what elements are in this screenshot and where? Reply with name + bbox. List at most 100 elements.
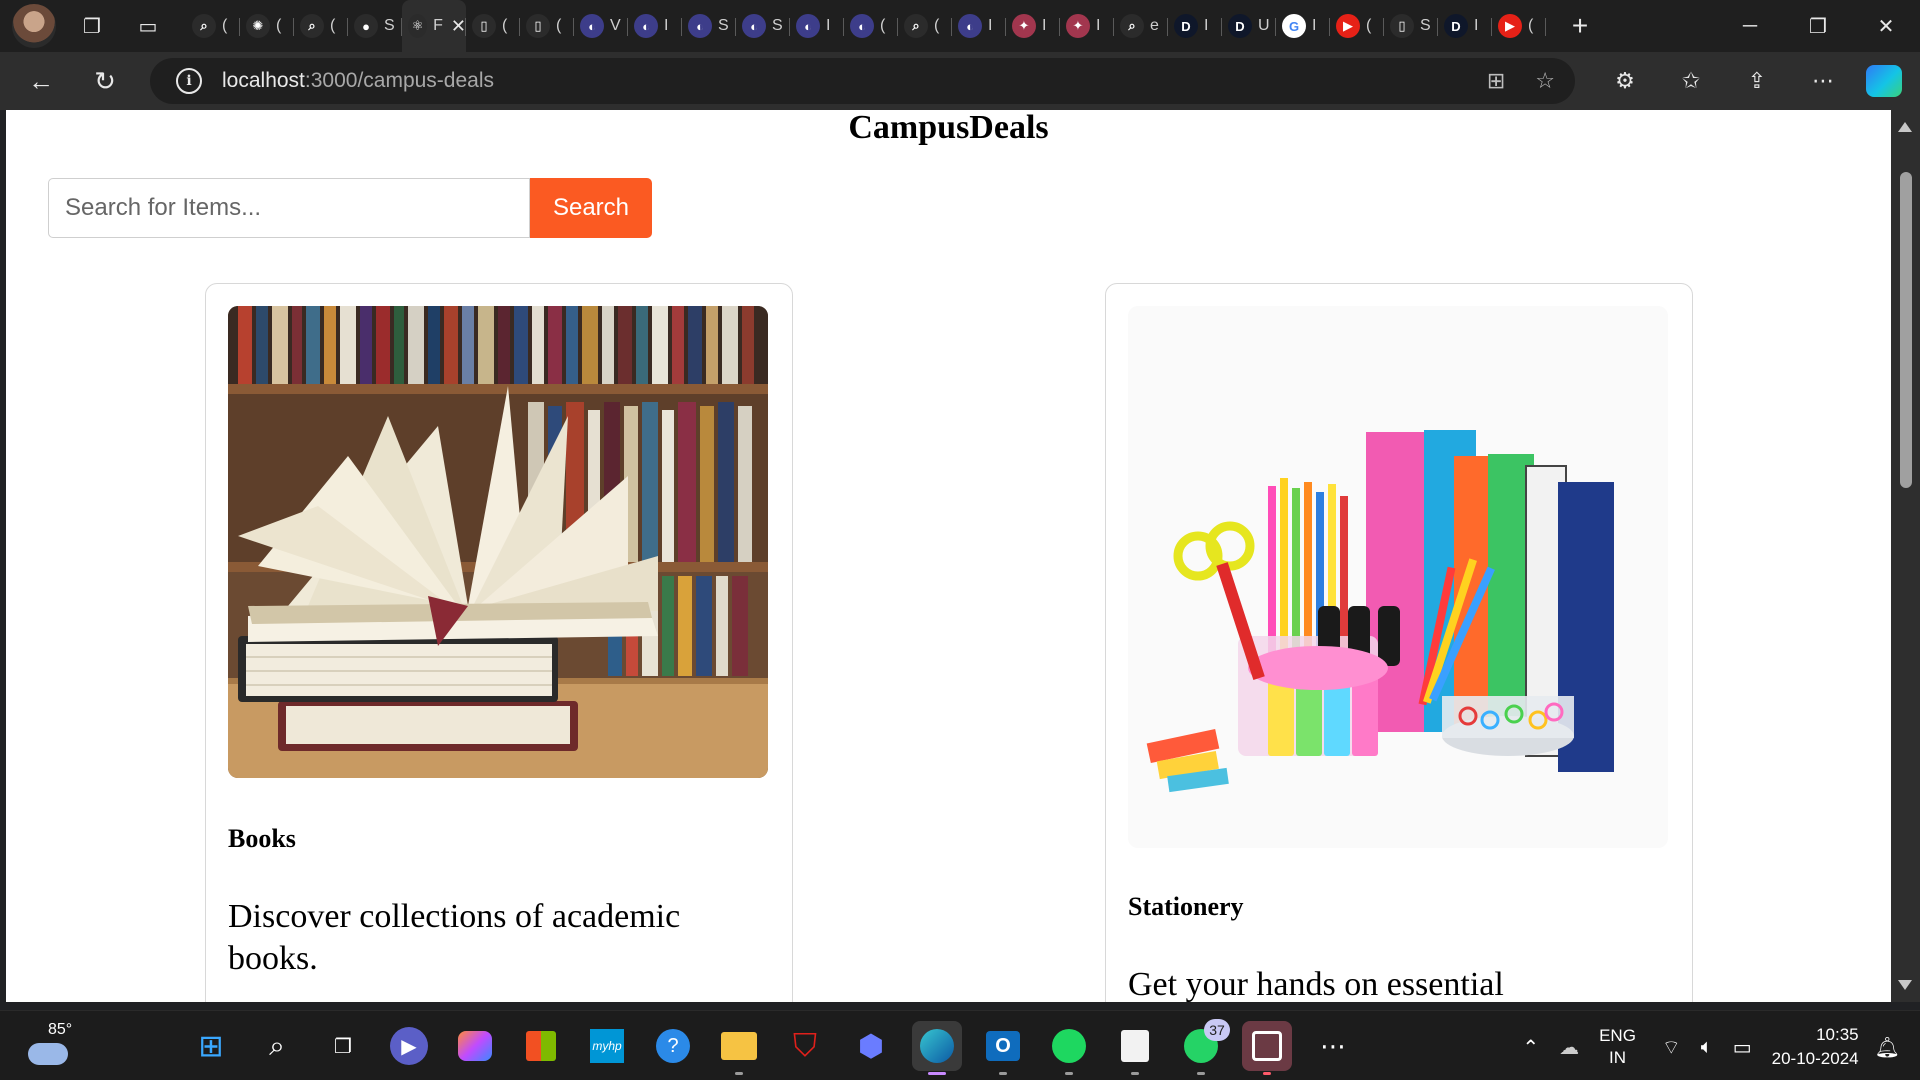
snipping-tool-icon[interactable]: [1242, 1021, 1292, 1075]
clock[interactable]: 10:35 20-10-2024: [1772, 1023, 1859, 1071]
new-tab-button[interactable]: +: [1560, 10, 1600, 42]
volume-icon[interactable]: 🔈︎: [1701, 1036, 1713, 1059]
browser-tab[interactable]: ⌕ e: [1114, 0, 1168, 52]
tab-title: F: [433, 17, 443, 34]
more-apps-icon[interactable]: ⋯: [1308, 1021, 1358, 1071]
start-icon[interactable]: ⊞: [186, 1021, 236, 1071]
collections-icon[interactable]: ❐: [72, 6, 112, 46]
onedrive-icon[interactable]: ☁: [1559, 1035, 1579, 1060]
browser-tab[interactable]: GI: [1276, 0, 1330, 52]
search-icon: ⌕: [1120, 14, 1144, 38]
browser-tab[interactable]: ▯(: [520, 0, 574, 52]
youtube-icon: ▶: [1498, 14, 1522, 38]
task-view-icon[interactable]: ❐: [318, 1021, 368, 1071]
minimize-button[interactable]: ─: [1716, 0, 1784, 52]
tab-title: I: [988, 17, 993, 34]
generic-app-icon: ◐: [796, 14, 820, 38]
edge-icon[interactable]: [912, 1021, 962, 1075]
browser-tab[interactable]: ✺(: [240, 0, 294, 52]
page-title: CampusDeals: [848, 110, 1049, 146]
figma-icon: ✦: [1066, 14, 1090, 38]
browser-tab[interactable]: ⌕(: [186, 0, 240, 52]
weather-widget[interactable]: 85°: [28, 1021, 78, 1069]
battery-icon[interactable]: ▭: [1733, 1035, 1752, 1060]
card-title: Books: [228, 824, 296, 853]
browser-tab[interactable]: ✦ I: [1060, 0, 1114, 52]
url-text[interactable]: localhost:3000/campus-deals: [222, 69, 494, 93]
myhp-icon[interactable]: myhp: [582, 1021, 632, 1071]
browser-tab[interactable]: ▯(: [466, 0, 520, 52]
github-icon: ●: [354, 14, 378, 38]
language-indicator[interactable]: ENG IN: [1599, 1025, 1636, 1069]
browser-tab[interactable]: ⚛ F ✕: [402, 0, 466, 52]
browser-tab[interactable]: ◐ S: [736, 0, 790, 52]
youtube-icon: ▶: [1336, 14, 1360, 38]
copilot-icon[interactable]: [1866, 65, 1902, 97]
browser-tab[interactable]: ▶(: [1492, 0, 1546, 52]
search-button[interactable]: Search: [530, 178, 652, 238]
browser-tab[interactable]: DU: [1222, 0, 1276, 52]
browser-tab[interactable]: ⌕(: [898, 0, 952, 52]
browser-tab[interactable]: ◐ I: [952, 0, 1006, 52]
browser-tab[interactable]: ⌕(: [294, 0, 348, 52]
share-icon[interactable]: ⇪: [1724, 68, 1790, 94]
file-explorer-icon[interactable]: [714, 1021, 764, 1075]
whatsapp-icon[interactable]: 37: [1176, 1019, 1230, 1075]
browser-tab[interactable]: DI: [1438, 0, 1492, 52]
system-tray: ⌃ ☁ ENG IN ⌔ 🔈︎ ▭ 10:35 20-10-2024 🔔︎: [1522, 1019, 1900, 1075]
profile-avatar[interactable]: [12, 4, 56, 48]
app-available-icon[interactable]: ⊞: [1487, 68, 1505, 94]
tab-title: (: [330, 17, 336, 34]
address-bar[interactable]: i localhost:3000/campus-deals ⊞ ☆: [150, 58, 1575, 104]
scroll-up-icon[interactable]: [1898, 122, 1912, 132]
tab-title: (: [1528, 17, 1534, 34]
close-tab-icon[interactable]: ✕: [451, 16, 466, 37]
spotify-icon[interactable]: [1044, 1021, 1094, 1075]
browser-tab[interactable]: ▯ S: [1384, 0, 1438, 52]
browser-tab-strip: ❐ ▭ ⌕(✺(⌕(● S ⚛ F ✕ ▯(▯(◐ V ◐ I ◐ S ◐ S ◐ I ◐(⌕(◐ I ✦ I ✦ I ⌕…: [0, 0, 1920, 52]
react-icon: ⚛: [408, 14, 428, 38]
search-input[interactable]: [48, 178, 530, 238]
browser-tab[interactable]: ◐ I: [628, 0, 682, 52]
search-bar: Search: [48, 178, 652, 238]
restore-button[interactable]: ❐: [1784, 0, 1852, 52]
notification-bell-icon[interactable]: 🔔︎: [1875, 1035, 1900, 1060]
hexagon-app-icon[interactable]: ⬢: [846, 1021, 896, 1071]
browser-tab[interactable]: ✦ I: [1006, 0, 1060, 52]
browser-tab[interactable]: ● S: [348, 0, 402, 52]
meet-icon[interactable]: ▶: [390, 1027, 428, 1065]
scroll-thumb[interactable]: [1900, 172, 1912, 488]
chevron-up-icon[interactable]: ⌃: [1522, 1035, 1539, 1060]
url-host: localhost: [222, 69, 305, 92]
outlook-icon[interactable]: O: [978, 1021, 1028, 1075]
tab-title: I: [1474, 17, 1479, 34]
refresh-button[interactable]: ↻: [80, 56, 130, 106]
site-info-icon[interactable]: i: [176, 68, 202, 94]
epic-games-icon[interactable]: [1110, 1021, 1160, 1075]
extensions-icon[interactable]: ⚙: [1592, 68, 1658, 94]
scroll-down-icon[interactable]: [1898, 980, 1912, 990]
weather-temp: 85°: [48, 1021, 73, 1038]
category-card-books[interactable]: Books Discover collections of academic b…: [205, 283, 793, 1002]
clock-date: 20-10-2024: [1771, 1049, 1859, 1068]
favorites-icon[interactable]: ✩: [1658, 68, 1724, 94]
category-card-stationery[interactable]: Stationery Get your hands on essential: [1105, 283, 1693, 1002]
close-window-button[interactable]: ✕: [1852, 0, 1920, 52]
tips-icon[interactable]: ?: [648, 1021, 698, 1071]
search-icon[interactable]: ⌕: [252, 1021, 302, 1071]
wifi-icon[interactable]: ⌔: [1662, 1035, 1681, 1060]
mcafee-icon[interactable]: ⛉: [780, 1021, 830, 1071]
browser-tab[interactable]: ▶(: [1330, 0, 1384, 52]
tab-actions-icon[interactable]: ▭: [128, 6, 168, 46]
back-button[interactable]: ←: [16, 56, 66, 106]
favorite-star-icon[interactable]: ☆: [1535, 68, 1555, 94]
page-scrollbar[interactable]: [1891, 110, 1920, 1002]
browser-tab[interactable]: ◐ V: [574, 0, 628, 52]
browser-tab[interactable]: ◐ S: [682, 0, 736, 52]
browser-tab[interactable]: ◐ I: [790, 0, 844, 52]
more-menu-icon[interactable]: ⋯: [1790, 68, 1856, 94]
browser-tab[interactable]: ◐(: [844, 0, 898, 52]
browser-tab[interactable]: DI: [1168, 0, 1222, 52]
copilot-app-icon[interactable]: [450, 1021, 500, 1071]
store-icon[interactable]: [516, 1021, 566, 1071]
